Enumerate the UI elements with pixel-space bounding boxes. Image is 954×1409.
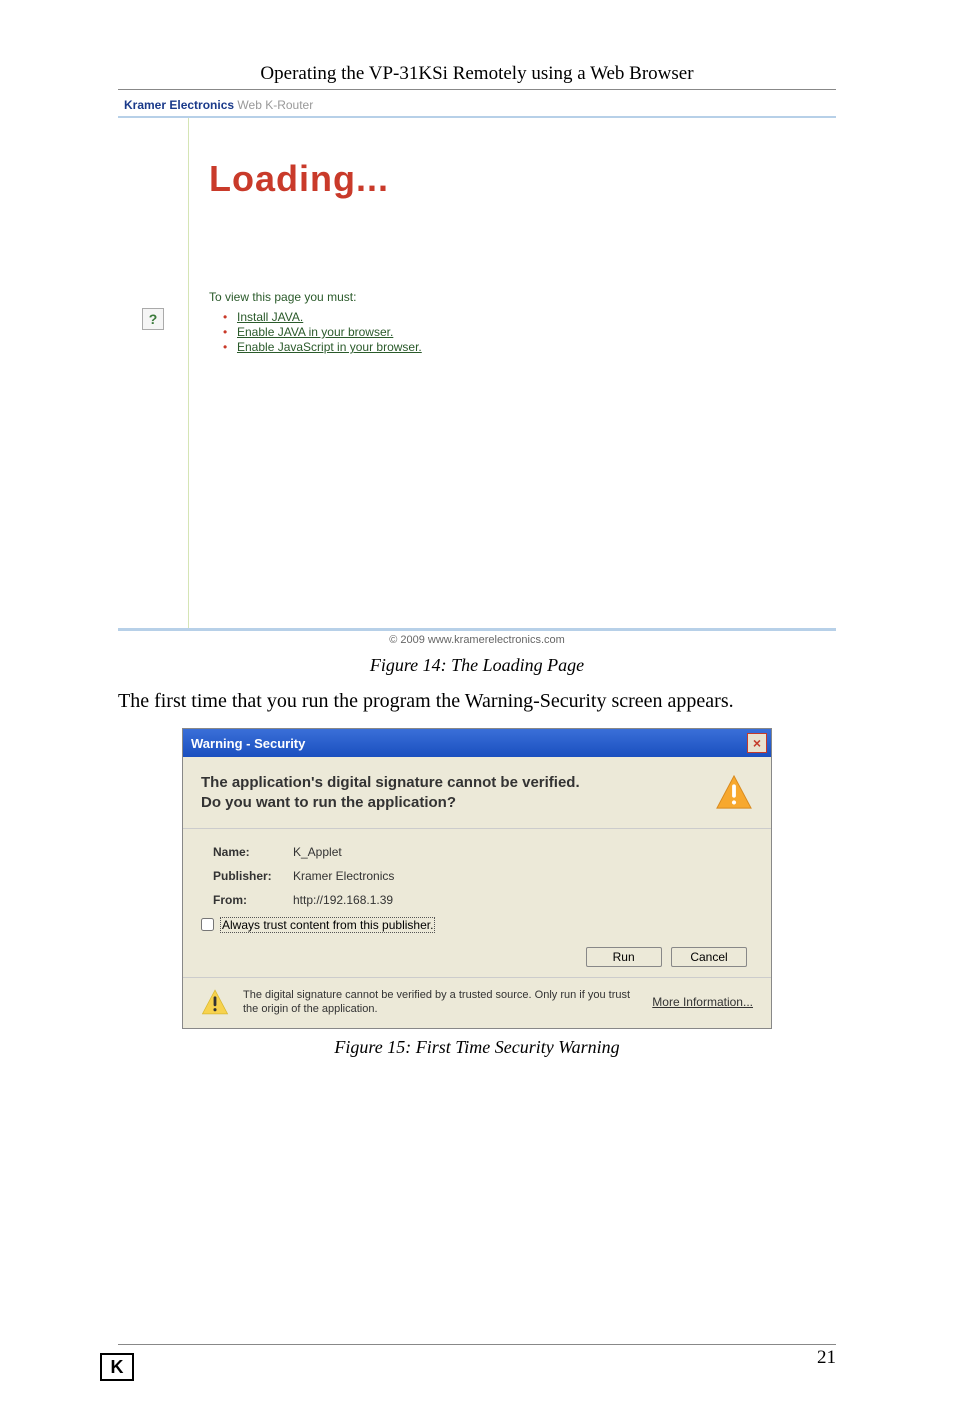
browser-left: ? [118,118,188,628]
value-from: http://192.168.1.39 [293,893,393,907]
close-icon[interactable]: × [747,733,767,753]
kramer-logo: K [100,1353,134,1381]
cancel-button[interactable]: Cancel [671,947,747,967]
instructions: To view this page you must: Install JAVA… [209,290,826,354]
browser-frame: Kramer Electronics Web K-Router ? Loadin… [118,94,836,649]
page-number: 21 [118,1344,836,1369]
trust-checkbox-row[interactable]: Always trust content from this publisher… [201,917,753,933]
warning-icon [715,773,753,811]
security-dialog: Warning - Security × The application's d… [182,728,772,1029]
loading-heading: Loading... [209,158,826,200]
dialog-middle: Name: K_Applet Publisher: Kramer Electro… [183,829,771,978]
browser-content: Loading... To view this page you must: I… [189,118,836,628]
page-header: Operating the VP-31KSi Remotely using a … [118,55,836,90]
browser-footer: © 2009 www.kramerelectronics.com [118,628,836,649]
trust-checkbox-label: Always trust content from this publisher… [220,917,435,933]
more-information-link[interactable]: More Information... [652,995,753,1009]
dialog-title: Warning - Security [191,736,305,751]
label-name: Name: [213,845,293,859]
dialog-question-l1: The application's digital signature cann… [201,774,580,791]
dialog-bottom: The digital signature cannot be verified… [183,978,771,1029]
dialog-titlebar: Warning - Security × [183,729,771,757]
dialog-question: The application's digital signature cann… [201,773,705,814]
dialog-question-l2: Do you want to run the application? [201,794,456,811]
value-name: K_Applet [293,845,342,859]
brand-name: Kramer Electronics [124,98,234,112]
instructions-intro: To view this page you must: [209,290,826,304]
figure-14-caption: Figure 14: The Loading Page [0,655,954,676]
brand-sub: Web K-Router [237,98,313,112]
link-install-java[interactable]: Install JAVA. [237,310,303,324]
figure-15-caption: Figure 15: First Time Security Warning [0,1037,954,1058]
dialog-footnote: The digital signature cannot be verified… [243,988,642,1017]
label-publisher: Publisher: [213,869,293,883]
dialog-top: The application's digital signature cann… [183,757,771,829]
link-enable-java[interactable]: Enable JAVA in your browser. [237,325,393,339]
help-icon[interactable]: ? [142,308,164,330]
link-enable-js[interactable]: Enable JavaScript in your browser. [237,340,422,354]
label-from: From: [213,893,293,907]
run-button[interactable]: Run [586,947,662,967]
value-publisher: Kramer Electronics [293,869,394,883]
browser-title-bar: Kramer Electronics Web K-Router [118,94,836,118]
browser-body: ? Loading... To view this page you must:… [118,118,836,628]
trust-checkbox[interactable] [201,918,214,931]
body-text: The first time that you run the program … [118,688,836,714]
warning-icon-small [201,988,229,1016]
